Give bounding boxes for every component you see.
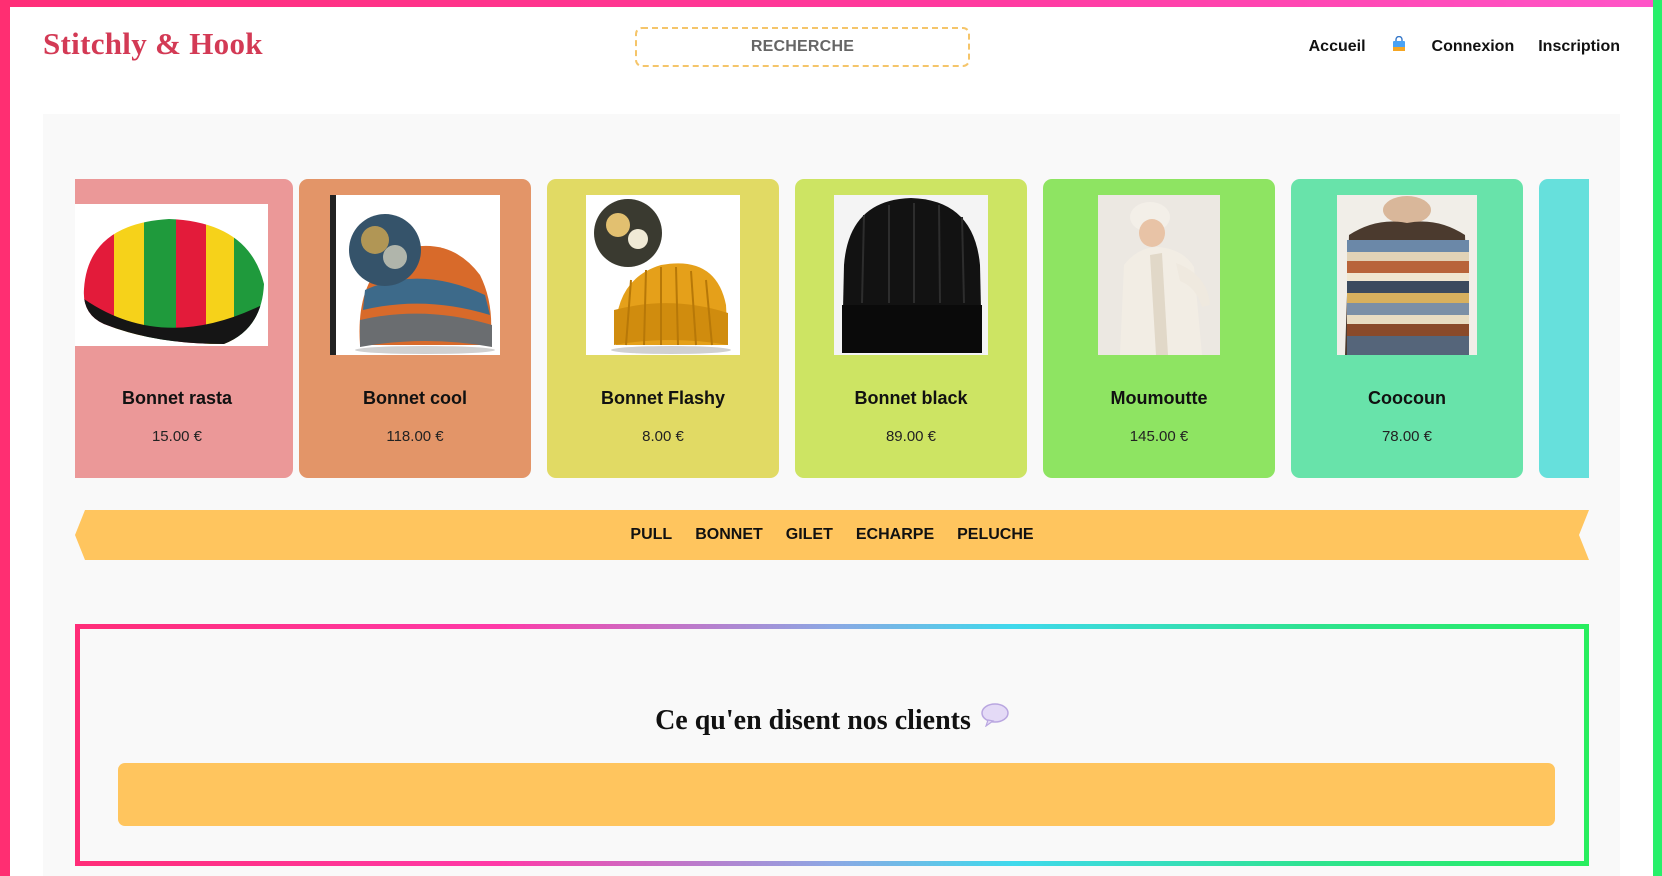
testimonial-slider[interactable] [118,763,1555,826]
product-image[interactable] [834,195,988,355]
testimonials-section: Ce qu'en disent nos clients [75,624,1589,866]
search-input[interactable]: RECHERCHE [635,27,970,67]
product-card[interactable]: Bonnet black 89.00 € [795,179,1027,478]
product-card[interactable]: Bonnet rasta 15.00 € [75,179,293,478]
product-name[interactable]: Coocoun [1291,388,1523,409]
category-gilet[interactable]: GILET [786,526,833,544]
product-price: 15.00 € [151,428,203,445]
brand-logo[interactable]: Stitchly & Hook [43,26,263,62]
nav-signup-link[interactable]: Inscription [1538,38,1620,56]
category-nav: PULL BONNET GILET ECHARPE PELUCHE [75,510,1589,560]
product-name[interactable]: Bonnet rasta [75,388,293,409]
product-name[interactable]: Bonnet cool [299,388,531,409]
product-card-partial[interactable] [1539,179,1589,478]
product-name[interactable]: Bonnet Flashy [547,388,779,409]
category-pull[interactable]: PULL [630,526,672,544]
product-card[interactable]: Bonnet Flashy 8.00 € [547,179,779,478]
product-price: 78.00 € [1381,428,1433,445]
product-price: 118.00 € [386,428,444,445]
product-image[interactable] [330,195,500,355]
product-name[interactable]: Moumoutte [1043,388,1275,409]
nav-login-link[interactable]: Connexion [1432,38,1515,56]
testimonials-title: Ce qu'en disent nos clients [655,705,971,736]
product-image[interactable] [1337,195,1477,355]
product-card[interactable]: Moumoutte 145.00 € [1043,179,1275,478]
product-image[interactable] [75,204,268,346]
testimonials-inner: Ce qu'en disent nos clients [80,629,1584,861]
product-name[interactable]: Bonnet black [795,388,1027,409]
product-image[interactable] [1098,195,1220,355]
main-nav: Accueil Connexion Inscription [1309,35,1620,57]
product-card[interactable]: Coocoun 78.00 € [1291,179,1523,478]
nav-home-link[interactable]: Accueil [1309,38,1366,56]
product-price: 145.00 € [1129,428,1189,445]
category-echarpe[interactable]: ECHARPE [856,526,934,544]
product-price: 89.00 € [885,428,937,445]
product-price: 8.00 € [642,428,684,445]
top-gradient-border [0,0,1662,7]
speech-bubble-icon [981,703,1009,735]
product-card[interactable]: Bonnet cool 118.00 € [299,179,531,478]
category-peluche[interactable]: PELUCHE [957,526,1033,544]
shopping-bag-icon[interactable] [1390,35,1408,57]
category-bonnet[interactable]: BONNET [695,526,763,544]
testimonials-heading: Ce qu'en disent nos clients [80,703,1584,737]
product-carousel[interactable]: Bonnet rasta 15.00 € Bonnet cool 118.00 … [75,179,1589,478]
right-border [1653,0,1662,876]
product-image[interactable] [586,195,740,355]
left-border [0,0,10,876]
